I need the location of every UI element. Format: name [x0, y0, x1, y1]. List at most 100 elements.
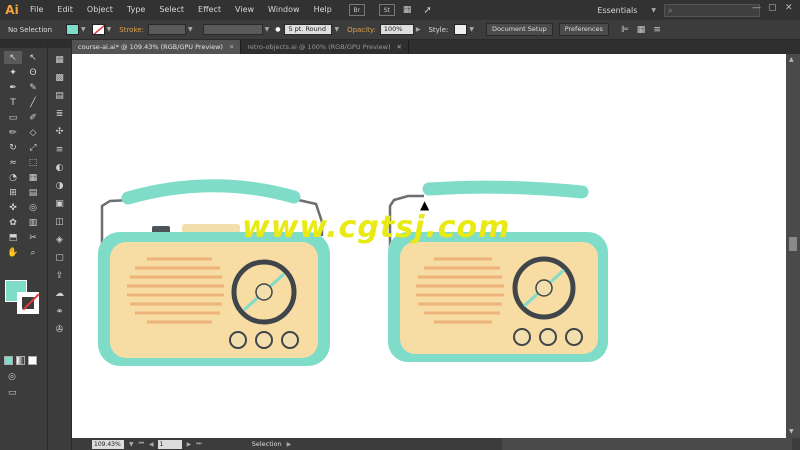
tab-course-ai[interactable]: course-ai.ai* @ 109.43% (RGB/GPU Preview… [72, 40, 242, 54]
close-icon[interactable]: ✕ [785, 3, 793, 13]
eyedropper-tool[interactable]: ✜ [4, 201, 22, 214]
swatches-icon[interactable]: ▤ [53, 90, 67, 102]
paintbrush-tool[interactable]: ✐ [24, 111, 42, 124]
maximize-icon[interactable]: ▢ [768, 3, 777, 13]
asset-export-icon[interactable]: ⇪ [53, 270, 67, 282]
workspace-switcher[interactable]: Essentials [597, 6, 637, 15]
screen-mode-icon[interactable]: ▭ [8, 388, 17, 398]
rectangle-tool[interactable]: ▭ [4, 111, 22, 124]
line-tool[interactable]: ╱ [24, 96, 42, 109]
chevron-down-icon[interactable]: ▼ [334, 26, 339, 33]
scroll-up-icon[interactable]: ▲ [789, 56, 794, 63]
gradient-mode-button[interactable] [16, 356, 25, 365]
free-transform-tool[interactable]: ⬚ [24, 156, 42, 169]
blend-tool[interactable]: ◎ [24, 201, 42, 214]
stock-button[interactable]: St [378, 4, 395, 16]
first-artboard-icon[interactable]: ⏮ [139, 440, 144, 448]
minimize-icon[interactable]: — [752, 3, 761, 13]
scroll-down-icon[interactable]: ▼ [789, 428, 794, 435]
stroke-panel-icon[interactable]: ≡ [53, 144, 67, 156]
panel-handle[interactable] [48, 40, 71, 48]
prev-artboard-icon[interactable]: ◀ [149, 441, 154, 448]
gradient-tool[interactable]: ▤ [24, 186, 42, 199]
preferences-button[interactable]: Preferences [558, 23, 609, 36]
stroke-label[interactable]: Stroke: [119, 26, 144, 34]
transform-icon[interactable]: ▦ [637, 25, 646, 35]
fill-swatch[interactable] [66, 24, 80, 35]
graphic-styles-icon[interactable]: ◫ [53, 216, 67, 228]
lasso-tool[interactable]: ʘ [24, 66, 42, 79]
menu-effect[interactable]: Effect [191, 0, 228, 20]
menu-object[interactable]: Object [80, 0, 120, 20]
chevron-down-icon[interactable]: ▼ [265, 26, 270, 33]
scroll-thumb[interactable] [789, 237, 797, 251]
width-tool[interactable]: ≈ [4, 156, 22, 169]
slice-tool[interactable]: ✂ [24, 231, 42, 244]
mesh-tool[interactable]: ⊞ [4, 186, 22, 199]
chevron-down-icon[interactable]: ▼ [651, 7, 656, 14]
chevron-down-icon[interactable]: ▼ [81, 26, 86, 33]
chevron-right-icon[interactable]: ▶ [287, 441, 292, 448]
document-setup-button[interactable]: Document Setup [486, 23, 553, 36]
color-guide-icon[interactable]: ▩ [53, 72, 67, 84]
none-mode-button[interactable] [28, 356, 37, 365]
menu-view[interactable]: View [228, 0, 261, 20]
opacity-field[interactable]: 100% [379, 24, 414, 35]
chevron-down-icon[interactable]: ▼ [469, 26, 474, 33]
artboard-tool[interactable]: ⬒ [4, 231, 22, 244]
menu-select[interactable]: Select [152, 0, 191, 20]
chevron-down-icon[interactable]: ▼ [129, 441, 134, 448]
publish-icon[interactable]: ➚ [423, 5, 431, 16]
chevron-down-icon[interactable]: ▼ [107, 26, 112, 33]
transparency-icon[interactable]: ◑ [53, 180, 67, 192]
menu-file[interactable]: File [23, 0, 50, 20]
layers-icon[interactable]: ◈ [53, 234, 67, 246]
column-graph-tool[interactable]: ▥ [24, 216, 42, 229]
stroke-weight-field[interactable] [147, 24, 186, 35]
artboard-canvas[interactable]: www.cgtsj.com ▲ [72, 54, 786, 438]
navigator-icon[interactable]: ✇ [53, 324, 67, 336]
magic-wand-tool[interactable]: ✦ [4, 66, 22, 79]
gradient-panel-icon[interactable]: ◐ [53, 162, 67, 174]
appearance-icon[interactable]: ▣ [53, 198, 67, 210]
shape-builder-tool[interactable]: ◔ [4, 171, 22, 184]
symbol-sprayer-tool[interactable]: ✿ [4, 216, 22, 229]
menu-edit[interactable]: Edit [50, 0, 80, 20]
zoom-field[interactable]: 109.43% [92, 439, 124, 449]
symbols-icon[interactable]: ✣ [53, 126, 67, 138]
direct-selection-tool[interactable]: ↖ [24, 51, 42, 64]
artboards-icon[interactable]: ▢ [53, 252, 67, 264]
close-icon[interactable]: ✕ [229, 43, 234, 51]
close-icon[interactable]: ✕ [397, 43, 402, 51]
variable-width-profile[interactable] [202, 24, 263, 35]
curvature-tool[interactable]: ✎ [24, 81, 42, 94]
next-artboard-icon[interactable]: ▶ [187, 441, 192, 448]
color-panel-icon[interactable]: ▦ [53, 54, 67, 66]
arrange-icon[interactable]: ▦ [403, 5, 412, 15]
vertical-scrollbar[interactable]: ▲ ▼ [786, 54, 800, 438]
panel-handle[interactable] [0, 40, 47, 48]
horizontal-scrollbar[interactable] [502, 438, 792, 450]
tab-retro-objects[interactable]: retro-objects.ai @ 100% (RGB/GPU Preview… [241, 40, 409, 54]
shaper-tool[interactable]: ✏ [4, 126, 22, 139]
style-swatch[interactable] [454, 24, 468, 35]
stroke-color-box[interactable] [17, 292, 39, 314]
rotate-tool[interactable]: ↻ [4, 141, 22, 154]
last-artboard-icon[interactable]: ⏭ [196, 440, 201, 448]
chevron-down-icon[interactable]: ▼ [188, 26, 193, 33]
draw-mode-icon[interactable]: ◎ [8, 372, 16, 382]
opacity-label[interactable]: Opacity: [347, 26, 376, 34]
libraries-icon[interactable]: ☁ [53, 288, 67, 300]
panel-menu-icon[interactable]: ≡ [653, 25, 661, 35]
chevron-right-icon[interactable]: ▶ [416, 26, 421, 33]
selection-tool[interactable]: ↖ [4, 51, 22, 64]
links-icon[interactable]: ⚭ [53, 306, 67, 318]
stroke-swatch[interactable] [91, 24, 105, 35]
color-mode-button[interactable] [4, 356, 13, 365]
artboard-number-field[interactable]: 1 [157, 439, 182, 449]
scale-tool[interactable]: ⤢ [24, 141, 42, 154]
align-icon[interactable]: ⊫ [621, 25, 629, 35]
menu-type[interactable]: Type [120, 0, 152, 20]
bridge-button[interactable]: Br [348, 4, 365, 16]
hand-tool[interactable]: ✋ [4, 246, 22, 259]
